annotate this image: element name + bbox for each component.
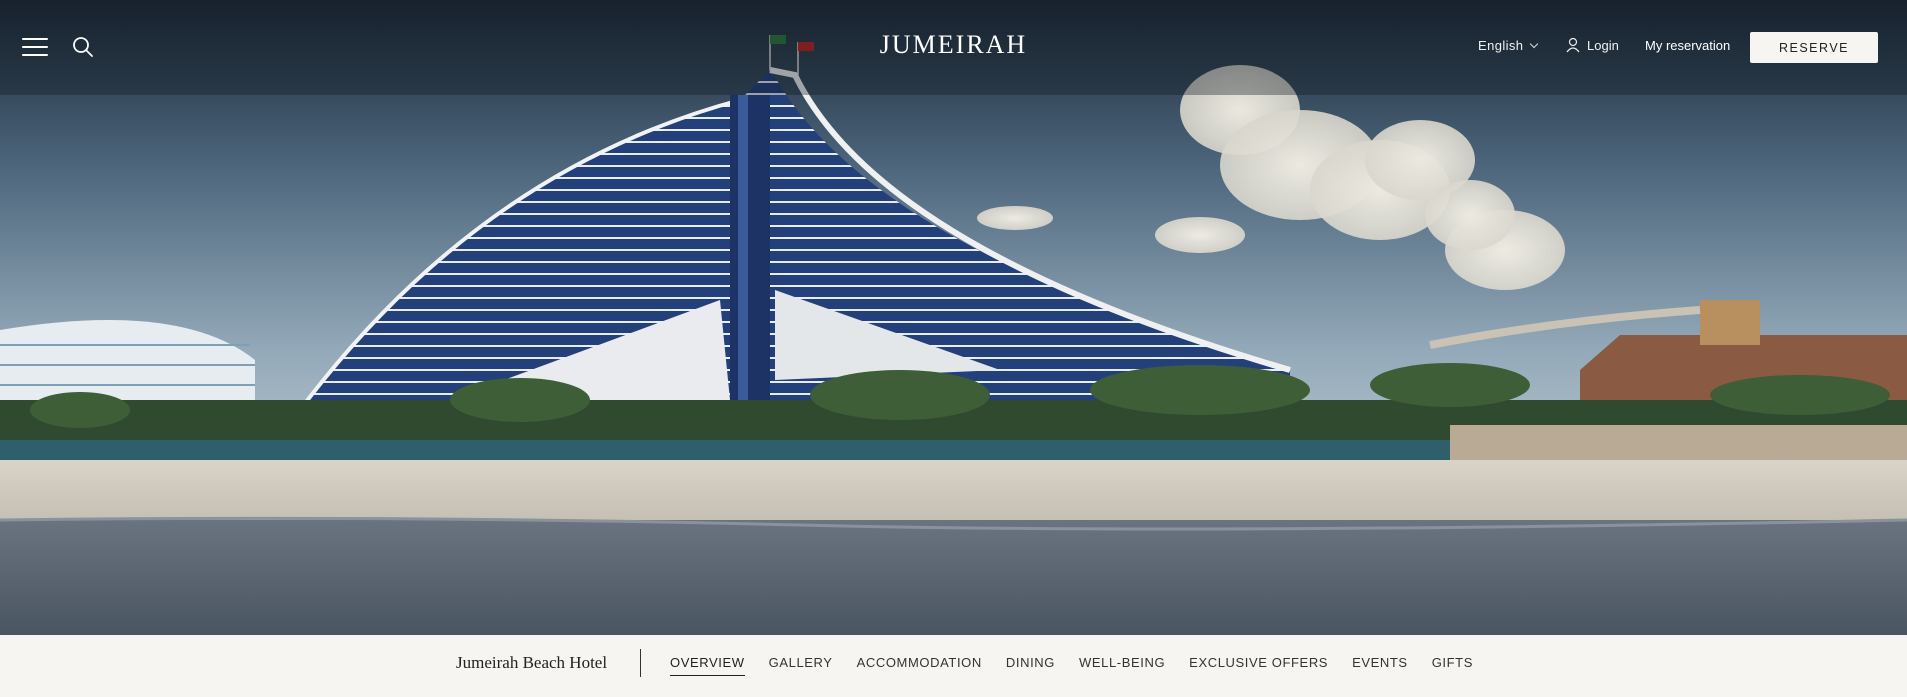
tab-exclusive-offers[interactable]: EXCLUSIVE OFFERS <box>1189 655 1328 676</box>
my-reservation-link[interactable]: My reservation <box>1645 38 1730 53</box>
login-link[interactable]: Login <box>1566 37 1619 53</box>
tab-gallery[interactable]: GALLERY <box>769 655 833 676</box>
tab-overview[interactable]: OVERVIEW <box>670 655 745 676</box>
tab-events[interactable]: EVENTS <box>1352 655 1408 676</box>
reserve-button[interactable]: RESERVE <box>1750 32 1878 63</box>
tab-dining[interactable]: DINING <box>1006 655 1055 676</box>
divider <box>640 649 641 677</box>
tab-gifts[interactable]: GIFTS <box>1432 655 1473 676</box>
hero-image: JUMEIRAH English Login My reservation RE… <box>0 0 1907 635</box>
search-icon[interactable] <box>72 36 96 60</box>
tab-accommodation[interactable]: ACCOMMODATION <box>857 655 982 676</box>
subnav-tabs: OVERVIEW GALLERY ACCOMMODATION DINING WE… <box>670 655 1497 676</box>
jumeirah-logo[interactable]: JUMEIRAH <box>880 30 1027 59</box>
language-selector[interactable]: English <box>1478 38 1539 53</box>
top-header: JUMEIRAH English Login My reservation RE… <box>0 0 1907 95</box>
hotel-name: Jumeirah Beach Hotel <box>456 653 608 672</box>
chevron-down-icon <box>1530 39 1539 48</box>
hotel-subnav: Jumeirah Beach Hotel OVERVIEW GALLERY AC… <box>0 635 1907 697</box>
hotel-beach-scene <box>0 0 1907 635</box>
login-label: Login <box>1587 37 1619 53</box>
hamburger-menu-button[interactable] <box>22 36 50 58</box>
tab-well-being[interactable]: WELL-BEING <box>1079 655 1165 676</box>
language-label: English <box>1478 38 1524 53</box>
user-icon <box>1566 37 1580 53</box>
